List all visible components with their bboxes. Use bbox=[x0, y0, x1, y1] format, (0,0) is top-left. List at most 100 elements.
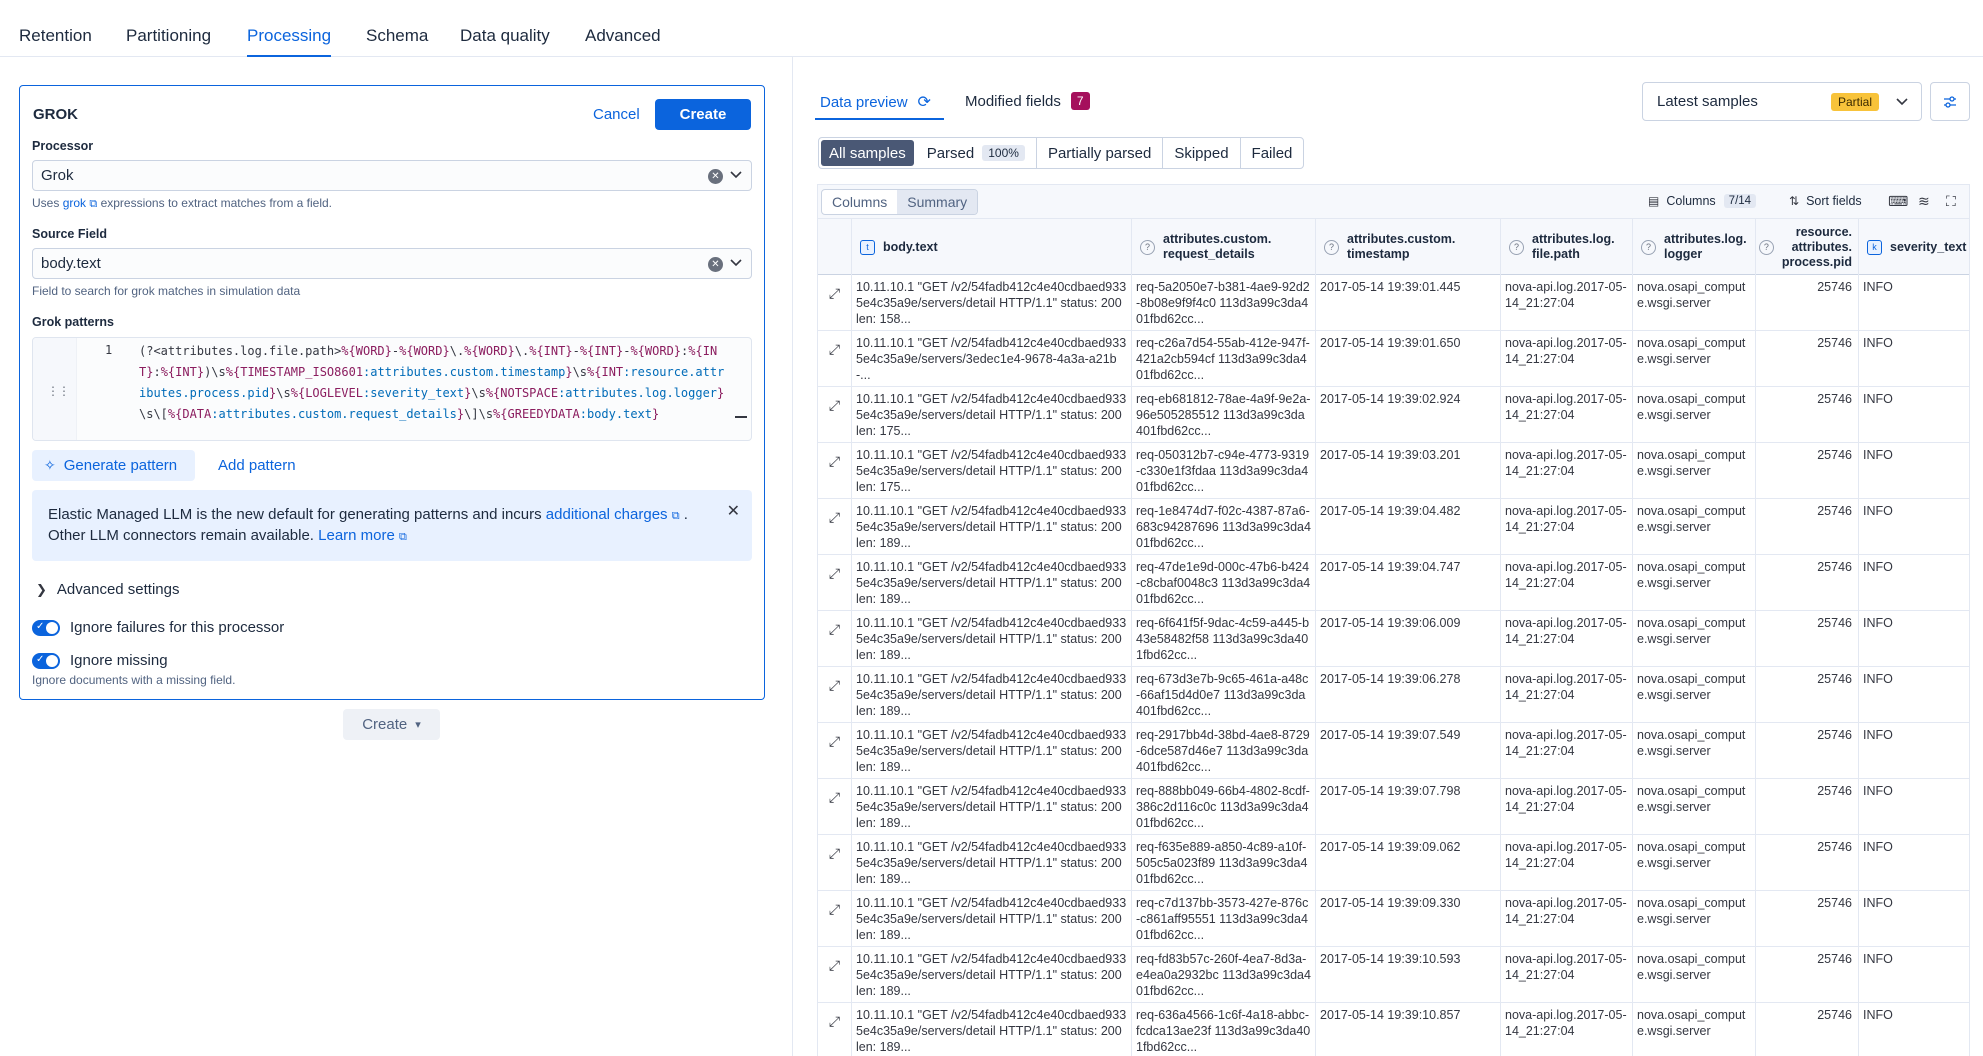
table-cell[interactable]: req-636a4566-1c6f-4a18-abbc-fcdca13ae23f… bbox=[1132, 1003, 1316, 1056]
table-cell[interactable]: 10.11.10.1 "GET /v2/54fadb412c4e40cdbaed… bbox=[852, 275, 1132, 331]
column-header[interactable]: ? attributes.log. logger bbox=[1633, 219, 1756, 275]
table-cell[interactable]: nova-api.log.2017-05-14_21:27:04 bbox=[1501, 891, 1633, 947]
keyboard-icon[interactable]: ⌨ bbox=[1888, 193, 1908, 210]
filter-skipped[interactable]: Skipped bbox=[1163, 138, 1241, 168]
table-cell[interactable]: 25746 bbox=[1756, 723, 1859, 779]
table-cell[interactable]: 10.11.10.1 "GET /v2/54fadb412c4e40cdbaed… bbox=[852, 387, 1132, 443]
expand-row-icon[interactable]: ⤢ bbox=[818, 611, 852, 667]
table-cell[interactable]: 10.11.10.1 "GET /v2/54fadb412c4e40cdbaed… bbox=[852, 835, 1132, 891]
expand-row-icon[interactable]: ⤢ bbox=[818, 723, 852, 779]
table-cell[interactable]: 2017-05-14 19:39:10.593 bbox=[1316, 947, 1501, 1003]
fullscreen-icon[interactable]: ⛶ bbox=[1946, 193, 1956, 210]
table-cell[interactable]: req-2917bb4d-38bd-4ae8-8729-6dce587d46e7… bbox=[1132, 723, 1316, 779]
table-cell[interactable]: nova.osapi_compute.wsgi.server bbox=[1633, 835, 1756, 891]
expand-row-icon[interactable]: ⤢ bbox=[818, 667, 852, 723]
table-cell[interactable]: INFO bbox=[1859, 555, 1969, 611]
table-cell[interactable]: req-5a2050e7-b381-4ae9-92d2-8b08e9f9f4c0… bbox=[1132, 275, 1316, 331]
tab-advanced[interactable]: Advanced bbox=[585, 26, 661, 46]
table-cell[interactable]: 10.11.10.1 "GET /v2/54fadb412c4e40cdbaed… bbox=[852, 779, 1132, 835]
tab-data-quality[interactable]: Data quality bbox=[460, 26, 550, 46]
expand-row-icon[interactable]: ⤢ bbox=[818, 331, 852, 387]
create-processor-dropdown[interactable]: Create ▾ bbox=[343, 709, 440, 740]
grok-pattern-text[interactable]: (?<attributes.log.file.path>%{WORD}-%{WO… bbox=[139, 341, 729, 425]
table-cell[interactable]: nova-api.log.2017-05-14_21:27:04 bbox=[1501, 443, 1633, 499]
table-cell[interactable]: INFO bbox=[1859, 667, 1969, 723]
column-header[interactable]: t body.text bbox=[852, 219, 1132, 275]
table-cell[interactable]: INFO bbox=[1859, 499, 1969, 555]
table-cell[interactable]: req-888bb049-66b4-4802-8cdf-386c2d116c0c… bbox=[1132, 779, 1316, 835]
samples-select[interactable]: Latest samples Partial bbox=[1642, 82, 1922, 121]
grok-pattern-editor[interactable]: ⋮⋮ 1 (?<attributes.log.file.path>%{WORD}… bbox=[32, 337, 752, 441]
table-cell[interactable]: INFO bbox=[1859, 835, 1969, 891]
table-cell[interactable]: 2017-05-14 19:39:07.549 bbox=[1316, 723, 1501, 779]
expand-row-icon[interactable]: ⤢ bbox=[818, 387, 852, 443]
table-cell[interactable]: 25746 bbox=[1756, 443, 1859, 499]
column-header[interactable]: ? attributes.custom. timestamp bbox=[1316, 219, 1501, 275]
table-cell[interactable]: 2017-05-14 19:39:07.798 bbox=[1316, 779, 1501, 835]
table-cell[interactable]: req-f635e889-a850-4c89-a10f-505c5a023f89… bbox=[1132, 835, 1316, 891]
expand-row-icon[interactable]: ⤢ bbox=[818, 275, 852, 331]
table-cell[interactable]: 10.11.10.1 "GET /v2/54fadb412c4e40cdbaed… bbox=[852, 611, 1132, 667]
table-cell[interactable]: req-050312b7-c94e-4773-9319-c330e1f3fdaa… bbox=[1132, 443, 1316, 499]
table-cell[interactable]: 10.11.10.1 "GET /v2/54fadb412c4e40cdbaed… bbox=[852, 443, 1132, 499]
table-cell[interactable]: 25746 bbox=[1756, 275, 1859, 331]
table-cell[interactable]: INFO bbox=[1859, 947, 1969, 1003]
table-cell[interactable]: 25746 bbox=[1756, 611, 1859, 667]
table-cell[interactable]: nova-api.log.2017-05-14_21:27:04 bbox=[1501, 1003, 1633, 1056]
table-cell[interactable]: nova.osapi_compute.wsgi.server bbox=[1633, 555, 1756, 611]
editor-scrollbar[interactable] bbox=[735, 416, 747, 418]
table-cell[interactable]: req-eb681812-78ae-4a9f-9e2a-96e505285512… bbox=[1132, 387, 1316, 443]
table-cell[interactable]: 10.11.10.1 "GET /v2/54fadb412c4e40cdbaed… bbox=[852, 555, 1132, 611]
close-icon[interactable]: ✕ bbox=[727, 502, 740, 522]
expand-row-icon[interactable]: ⤢ bbox=[818, 891, 852, 947]
table-cell[interactable]: 10.11.10.1 "GET /v2/54fadb412c4e40cdbaed… bbox=[852, 723, 1132, 779]
clear-icon[interactable]: ✕ bbox=[708, 169, 723, 184]
table-cell[interactable]: 2017-05-14 19:39:09.062 bbox=[1316, 835, 1501, 891]
table-cell[interactable]: nova.osapi_compute.wsgi.server bbox=[1633, 275, 1756, 331]
learn-more-link[interactable]: Learn more bbox=[318, 527, 395, 544]
view-summary-button[interactable]: Summary bbox=[897, 190, 978, 214]
table-cell[interactable]: 2017-05-14 19:39:01.650 bbox=[1316, 331, 1501, 387]
filter-partially-parsed[interactable]: Partially parsed bbox=[1037, 138, 1164, 168]
table-cell[interactable]: req-47de1e9d-000c-47b6-b424-c8cbaf0048c3… bbox=[1132, 555, 1316, 611]
tab-partitioning[interactable]: Partitioning bbox=[126, 26, 211, 46]
table-cell[interactable]: nova-api.log.2017-05-14_21:27:04 bbox=[1501, 331, 1633, 387]
chevron-down-icon[interactable] bbox=[729, 255, 743, 269]
source-field-select[interactable]: body.text ✕ bbox=[32, 248, 752, 279]
expand-row-icon[interactable]: ⤢ bbox=[818, 1003, 852, 1056]
table-cell[interactable]: nova.osapi_compute.wsgi.server bbox=[1633, 499, 1756, 555]
cancel-button[interactable]: Cancel bbox=[593, 106, 640, 123]
table-cell[interactable]: 2017-05-14 19:39:03.201 bbox=[1316, 443, 1501, 499]
table-cell[interactable]: nova-api.log.2017-05-14_21:27:04 bbox=[1501, 611, 1633, 667]
table-cell[interactable]: INFO bbox=[1859, 275, 1969, 331]
expand-row-icon[interactable]: ⤢ bbox=[818, 835, 852, 891]
table-cell[interactable]: req-fd83b57c-260f-4ea7-8d3a-e4ea0a2932bc… bbox=[1132, 947, 1316, 1003]
table-cell[interactable]: INFO bbox=[1859, 891, 1969, 947]
expand-row-icon[interactable]: ⤢ bbox=[818, 443, 852, 499]
table-cell[interactable]: req-c7d137bb-3573-427e-876c-c861aff95551… bbox=[1132, 891, 1316, 947]
table-cell[interactable]: 10.11.10.1 "GET /v2/54fadb412c4e40cdbaed… bbox=[852, 891, 1132, 947]
table-cell[interactable]: req-6f641f5f-9dac-4c59-a445-b43e58482f58… bbox=[1132, 611, 1316, 667]
tab-data-preview[interactable]: Data preview ⟳ bbox=[820, 92, 931, 112]
expand-row-icon[interactable]: ⤢ bbox=[818, 555, 852, 611]
table-cell[interactable]: 2017-05-14 19:39:10.857 bbox=[1316, 1003, 1501, 1056]
table-cell[interactable]: req-1e8474d7-f02c-4387-87a6-683c94287696… bbox=[1132, 499, 1316, 555]
table-cell[interactable]: nova-api.log.2017-05-14_21:27:04 bbox=[1501, 947, 1633, 1003]
generate-pattern-button[interactable]: ✧ Generate pattern bbox=[32, 450, 195, 481]
table-cell[interactable]: 2017-05-14 19:39:04.482 bbox=[1316, 499, 1501, 555]
table-cell[interactable]: 10.11.10.1 "GET /v2/54fadb412c4e40cdbaed… bbox=[852, 947, 1132, 1003]
table-cell[interactable]: 25746 bbox=[1756, 1003, 1859, 1056]
table-cell[interactable]: 2017-05-14 19:39:06.009 bbox=[1316, 611, 1501, 667]
table-cell[interactable]: 2017-05-14 19:39:06.278 bbox=[1316, 667, 1501, 723]
column-header[interactable]: ? attributes.log. file.path bbox=[1501, 219, 1633, 275]
table-cell[interactable]: INFO bbox=[1859, 387, 1969, 443]
tab-processing[interactable]: Processing bbox=[247, 26, 332, 57]
table-cell[interactable]: nova-api.log.2017-05-14_21:27:04 bbox=[1501, 555, 1633, 611]
columns-selector-button[interactable]: ▤ Columns 7/14 bbox=[1648, 194, 1757, 208]
table-cell[interactable]: nova.osapi_compute.wsgi.server bbox=[1633, 891, 1756, 947]
tab-modified-fields[interactable]: Modified fields 7 bbox=[965, 92, 1090, 110]
tab-retention[interactable]: Retention bbox=[19, 26, 92, 46]
table-cell[interactable]: nova-api.log.2017-05-14_21:27:04 bbox=[1501, 499, 1633, 555]
filter-failed[interactable]: Failed bbox=[1241, 138, 1304, 168]
tab-schema[interactable]: Schema bbox=[366, 26, 428, 46]
